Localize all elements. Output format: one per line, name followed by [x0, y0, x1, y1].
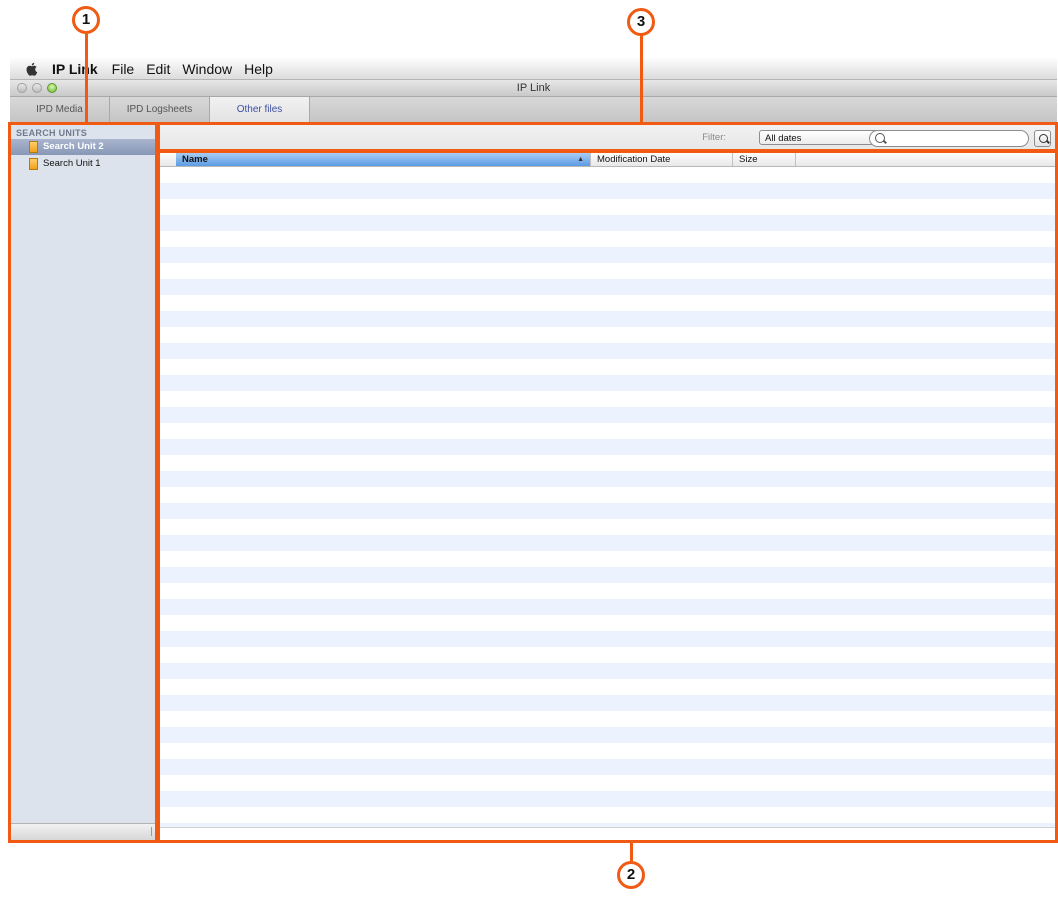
zoom-window-button[interactable] [47, 83, 57, 93]
tab-ipd-logsheets[interactable]: IPD Logsheets [110, 97, 210, 123]
callout-1: 1 [72, 6, 100, 34]
menu-help[interactable]: Help [244, 61, 273, 77]
highlight-sidebar [8, 122, 160, 843]
menu-bar: IP Link File Edit Window Help [10, 58, 1057, 80]
tab-ipd-media[interactable]: IPD Media [10, 97, 110, 123]
tab-bar: IPD Media IPD Logsheets Other files [10, 97, 1057, 124]
window-title: IP Link [516, 82, 551, 94]
menu-file[interactable]: File [112, 61, 135, 77]
menu-window[interactable]: Window [182, 61, 232, 77]
callout-leader [85, 32, 88, 122]
highlight-file-list [155, 149, 1058, 843]
callout-2: 2 [617, 861, 645, 889]
close-window-button[interactable] [17, 83, 27, 93]
tab-other-files[interactable]: Other files [210, 97, 310, 123]
app-menu[interactable]: IP Link [52, 61, 98, 77]
callout-leader [630, 843, 633, 861]
callout-leader [640, 34, 643, 122]
menu-edit[interactable]: Edit [146, 61, 170, 77]
window-titlebar[interactable]: IP Link [10, 80, 1057, 97]
callout-3: 3 [627, 8, 655, 36]
apple-menu-icon[interactable] [24, 61, 40, 77]
minimize-window-button[interactable] [32, 83, 42, 93]
highlight-toolbar [155, 122, 1058, 153]
